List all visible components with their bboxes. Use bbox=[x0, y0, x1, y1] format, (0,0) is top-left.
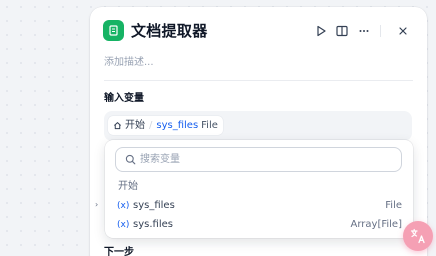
option-name: sys_files bbox=[133, 200, 175, 211]
option-type: Array[File] bbox=[350, 219, 402, 230]
search-icon bbox=[125, 154, 136, 165]
split-view-button[interactable] bbox=[333, 22, 351, 40]
option-name: sys.files bbox=[133, 219, 173, 230]
document-icon bbox=[103, 20, 124, 41]
input-section-label: 输入变量 bbox=[104, 93, 144, 104]
split-view-icon bbox=[336, 25, 348, 37]
run-button[interactable] bbox=[312, 22, 330, 40]
chip-node-name: 开始 bbox=[125, 119, 145, 131]
variable-option[interactable]: (x) sys_files File bbox=[111, 197, 407, 215]
search-input[interactable] bbox=[140, 151, 380, 168]
option-type: File bbox=[385, 200, 402, 211]
header-divider bbox=[380, 25, 381, 37]
variable-icon: (x) bbox=[117, 220, 130, 230]
variable-dropdown: 开始 (x) sys_files File (x) sys.files Arra… bbox=[105, 140, 413, 238]
more-icon bbox=[359, 30, 369, 32]
next-step-label: 下一步 bbox=[104, 247, 134, 256]
variable-option[interactable]: (x) sys.files Array[File] bbox=[111, 216, 407, 234]
variable-selector[interactable]: 开始 / sys_files File bbox=[104, 111, 412, 141]
chip-separator: / bbox=[149, 119, 153, 131]
selected-variable-chip[interactable]: 开始 / sys_files File bbox=[108, 116, 223, 135]
more-button[interactable] bbox=[355, 22, 373, 40]
description-input[interactable]: 添加描述... bbox=[104, 56, 154, 70]
divider bbox=[104, 80, 413, 81]
run-icon bbox=[317, 25, 326, 37]
chip-variable-type: File bbox=[201, 119, 218, 131]
chip-variable-name: sys_files bbox=[156, 119, 199, 131]
translate-icon bbox=[410, 228, 425, 244]
close-icon bbox=[399, 27, 407, 35]
node-title[interactable]: 文档提取器 bbox=[131, 21, 208, 41]
collapse-arrow-icon[interactable]: › bbox=[95, 200, 98, 209]
translate-button[interactable] bbox=[403, 221, 433, 251]
variable-icon: (x) bbox=[117, 201, 130, 211]
search-field[interactable] bbox=[115, 147, 402, 172]
group-label: 开始 bbox=[118, 181, 138, 192]
home-icon bbox=[114, 122, 121, 130]
close-button[interactable] bbox=[394, 22, 412, 40]
